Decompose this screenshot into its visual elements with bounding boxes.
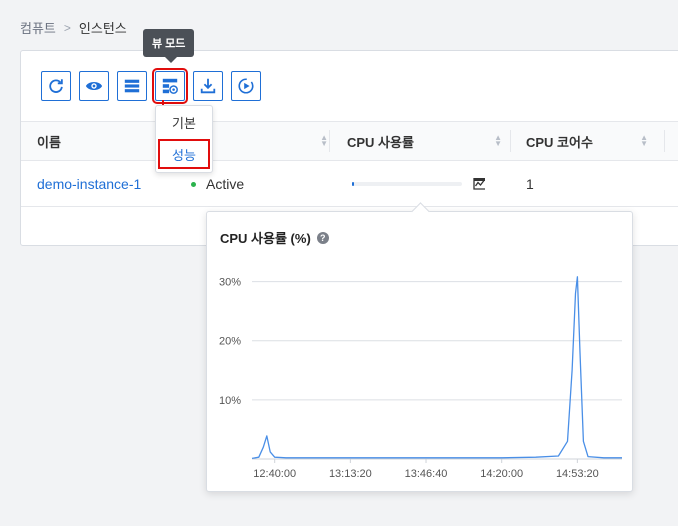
column-name-label: 이름 bbox=[37, 134, 61, 150]
sort-icon: ▲▼ bbox=[640, 133, 648, 148]
sort-icon: ▲▼ bbox=[494, 133, 502, 148]
y-tick-label: 10% bbox=[219, 395, 241, 407]
download-icon bbox=[200, 78, 216, 94]
eye-icon bbox=[85, 81, 103, 91]
breadcrumb-separator: > bbox=[63, 20, 71, 35]
view-mode-option-basic[interactable]: 기본 bbox=[156, 106, 212, 138]
help-icon[interactable]: ? bbox=[316, 231, 329, 244]
x-tick-label: 13:13:20 bbox=[329, 468, 372, 480]
x-tick-label: 13:46:40 bbox=[405, 468, 448, 480]
column-header-status[interactable]: 상태 ▲▼ bbox=[196, 122, 328, 160]
x-tick-label: 12:40:00 bbox=[253, 468, 296, 480]
reload-play-icon bbox=[238, 78, 254, 94]
cpu-usage-bar bbox=[352, 182, 462, 186]
y-tick-label: 30% bbox=[219, 277, 241, 289]
cpu-usage-line bbox=[251, 276, 622, 460]
list-button[interactable] bbox=[117, 71, 147, 101]
x-tick-label: 14:20:00 bbox=[480, 468, 523, 480]
column-divider bbox=[664, 130, 665, 152]
popup-title-text: CPU 사용률 (%) bbox=[220, 231, 311, 246]
breadcrumb-current: 인스턴스 bbox=[78, 21, 127, 36]
breadcrumb-root[interactable]: 컴퓨트 bbox=[20, 18, 56, 37]
view-button[interactable] bbox=[79, 71, 109, 101]
auto-refresh-button[interactable] bbox=[231, 71, 261, 101]
table-header: 이름 ▲▼ 상태 ▲▼ CPU 사용률 ▲▼ CPU 코어수 ▲▼ bbox=[21, 121, 678, 161]
chart-popup-icon[interactable] bbox=[472, 177, 486, 191]
cpu-usage-popup: CPU 사용률 (%) ? 10% 20% 30% 12:40:00 13:13:20 1… bbox=[206, 211, 633, 492]
breadcrumb: 컴퓨트 > 인스턴스 bbox=[20, 18, 127, 37]
cpu-usage-bar-fill bbox=[352, 182, 354, 186]
view-mode-option-performance[interactable]: 성능 bbox=[158, 139, 210, 169]
view-mode-dropdown: 기본 성능 bbox=[155, 105, 213, 173]
popup-title: CPU 사용률 (%) ? bbox=[220, 228, 329, 247]
x-tick-label: 14:53:20 bbox=[556, 468, 599, 480]
column-divider bbox=[510, 130, 511, 152]
view-mode-icon bbox=[162, 78, 178, 94]
refresh-button[interactable] bbox=[41, 71, 71, 101]
cpu-cores-cell: 1 bbox=[526, 176, 534, 192]
download-button[interactable] bbox=[193, 71, 223, 101]
view-mode-button[interactable] bbox=[152, 68, 188, 104]
y-tick-label: 20% bbox=[219, 336, 241, 348]
toolbar bbox=[41, 68, 261, 104]
sort-icon: ▲▼ bbox=[320, 133, 328, 148]
status-dot bbox=[191, 181, 196, 187]
status-text: Active bbox=[206, 176, 245, 192]
column-cpu-usage-label: CPU 사용률 bbox=[347, 134, 414, 150]
column-header-cpu-usage[interactable]: CPU 사용률 ▲ ▼ bbox=[347, 122, 502, 160]
instance-name-link[interactable]: demo-instance-1 bbox=[37, 161, 141, 207]
refresh-icon bbox=[49, 79, 63, 93]
cpu-usage-chart: 10% 20% 30% 12:40:00 13:13:20 13:46:40 14:20:0… bbox=[219, 276, 622, 480]
column-divider bbox=[329, 130, 330, 152]
column-cpu-cores-label: CPU 코어수 bbox=[526, 134, 593, 150]
column-header-cpu-cores[interactable]: CPU 코어수 ▲ ▼ bbox=[526, 122, 648, 160]
table-row[interactable]: demo-instance-1 Active 1 bbox=[21, 161, 678, 207]
view-mode-tooltip: 뷰 모드 bbox=[143, 29, 195, 63]
cpu-usage-cell bbox=[352, 161, 486, 207]
list-icon bbox=[124, 79, 140, 93]
